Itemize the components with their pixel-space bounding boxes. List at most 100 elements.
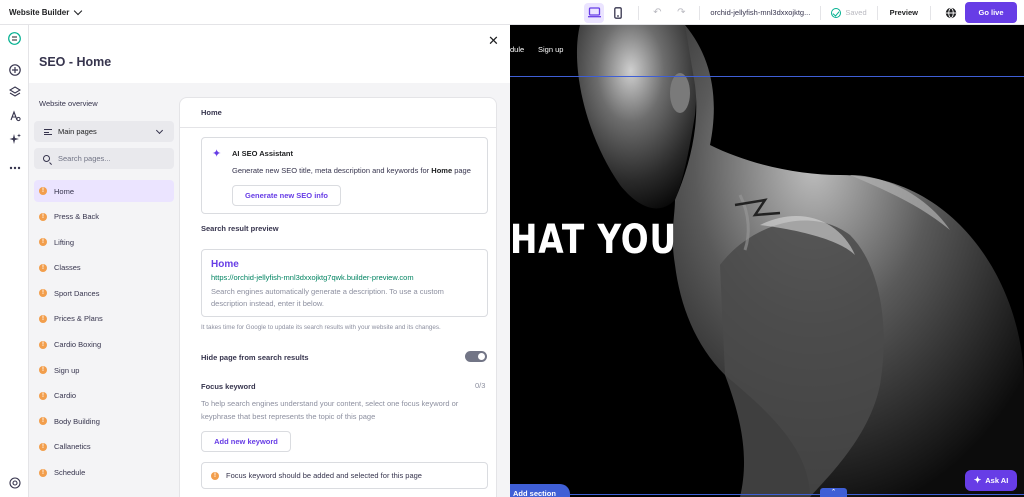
- redo-icon: ↷: [677, 7, 686, 18]
- serp-note: It takes time for Google to update its s…: [201, 324, 441, 331]
- website-overview-label: Website overview: [39, 99, 98, 108]
- close-icon: ✕: [488, 33, 499, 48]
- preview-button[interactable]: Preview: [890, 8, 918, 17]
- layers-icon[interactable]: [8, 85, 21, 98]
- warning-icon: !: [39, 468, 47, 477]
- ai-seo-assistant: ✦ AI SEO Assistant Generate new SEO titl…: [201, 137, 488, 214]
- nav-item-sign-up[interactable]: Sign up: [538, 45, 563, 54]
- seo-body: Website overview Main pages Search pages…: [29, 83, 510, 497]
- hero-heading[interactable]: HAT YOU: [510, 217, 677, 263]
- page-list-item[interactable]: ! Classes: [34, 257, 174, 279]
- section-boundary: [510, 494, 1024, 495]
- ai-desc-prefix: Generate new SEO title, meta description…: [232, 166, 430, 175]
- add-keyword-button[interactable]: Add new keyword: [201, 431, 291, 452]
- add-section-button[interactable]: Add section: [510, 484, 570, 497]
- serp-description: Search engines automatically generate a …: [211, 287, 444, 308]
- warning-icon: !: [39, 442, 47, 451]
- keyword-warning-text: Focus keyword should be added and select…: [226, 471, 422, 480]
- warning-icon: !: [39, 263, 47, 272]
- card-header: Home: [180, 98, 496, 128]
- page-list-item-label: Cardio: [54, 391, 77, 401]
- divider: [638, 5, 640, 20]
- site-domain[interactable]: orchid-jellyfish-mnl3dxxojktg...: [710, 8, 810, 17]
- warning-icon: !: [39, 366, 47, 375]
- divider: [876, 5, 878, 20]
- page-list-item[interactable]: ! Callanetics: [34, 436, 174, 458]
- site-preview[interactable]: dule Sign up HAT YOU ✦ Ask AI Add sectio…: [510, 25, 1024, 497]
- ai-tools-icon[interactable]: [8, 132, 21, 145]
- page-list-item[interactable]: ! Press & Back: [34, 206, 174, 228]
- undo-icon: ↶: [653, 7, 662, 18]
- ai-sparkle-icon: ✦: [212, 148, 222, 160]
- top-bar-actions: ↶ ↷ orchid-jellyfish-mnl3dxxojktg... Sav…: [584, 0, 1017, 25]
- page-list-item-label: Prices & Plans: [54, 314, 103, 324]
- divider: [930, 5, 931, 20]
- globe-icon[interactable]: [945, 6, 957, 19]
- ai-assistant-title: AI SEO Assistant: [232, 149, 293, 158]
- keyword-warning: ! Focus keyword should be added and sele…: [201, 462, 488, 489]
- save-status: Saved: [831, 7, 867, 18]
- brand-label: Website Builder: [9, 7, 70, 17]
- page-list-item-label: Schedule: [54, 468, 86, 478]
- ask-ai-button[interactable]: ✦ Ask AI: [965, 470, 1017, 491]
- left-rail: [0, 25, 29, 497]
- chevron-down-icon: [155, 126, 164, 135]
- add-icon[interactable]: [8, 63, 21, 76]
- close-button[interactable]: ✕: [488, 33, 499, 49]
- page-list-item[interactable]: ! Cardio: [34, 385, 174, 407]
- go-live-button[interactable]: Go live: [965, 2, 1017, 23]
- mobile-icon: [614, 6, 623, 19]
- style-icon[interactable]: [8, 109, 21, 122]
- top-bar: Website Builder ↶ ↷ orchid-jellyfish-mnl…: [0, 0, 1024, 25]
- saved-label: Saved: [845, 8, 867, 17]
- page-list-item[interactable]: ! Prices & Plans: [34, 308, 174, 330]
- check-circle-icon: [831, 7, 842, 18]
- seo-settings-card: Home ✦ AI SEO Assistant Generate new SEO…: [179, 97, 497, 497]
- serp-url: https://orchid-jellyfish-mnl3dxxojktg7qw…: [211, 273, 414, 282]
- divider: [820, 5, 822, 20]
- search-pages-input[interactable]: Search pages...: [34, 148, 174, 169]
- page-list-item-label: Home: [54, 186, 75, 196]
- page-list-item[interactable]: ! Schedule: [34, 462, 174, 484]
- support-icon[interactable]: [8, 476, 21, 489]
- page-list-item-label: Sign up: [54, 365, 80, 375]
- page-list-item-label: Body Building: [54, 416, 100, 426]
- page-list-item[interactable]: ! Body Building: [34, 410, 174, 432]
- desktop-view-button[interactable]: [584, 2, 605, 23]
- more-icon[interactable]: [8, 161, 21, 174]
- undo-button[interactable]: ↶: [650, 6, 664, 20]
- page-list-item[interactable]: ! Sport Dances: [34, 282, 174, 304]
- page-list-item-label: Cardio Boxing: [54, 340, 102, 350]
- chevron-down-icon: [74, 6, 83, 15]
- logo-icon[interactable]: [8, 32, 21, 45]
- warning-icon: !: [39, 238, 47, 247]
- page-list-item[interactable]: ! Lifting: [34, 231, 174, 253]
- ai-desc-page: Home: [431, 166, 453, 175]
- page-list-item[interactable]: ! Home: [34, 180, 174, 202]
- keyword-counter: 0/3: [475, 381, 486, 390]
- page-list-item[interactable]: ! Sign up: [34, 359, 174, 381]
- hide-page-toggle[interactable]: [465, 351, 487, 362]
- warning-icon: !: [39, 340, 47, 349]
- page-list-item[interactable]: ! Cardio Boxing: [34, 334, 174, 356]
- warning-icon: !: [39, 289, 47, 298]
- search-placeholder: Search pages...: [58, 154, 111, 163]
- chevron-up-icon: ⌃: [830, 489, 837, 496]
- pages-dropdown[interactable]: Main pages: [34, 121, 174, 142]
- ai-desc-suffix: page: [454, 166, 471, 175]
- redo-button[interactable]: ↷: [674, 6, 688, 20]
- ask-ai-label: Ask AI: [985, 476, 1009, 485]
- page-list-item-label: Classes: [54, 263, 81, 273]
- search-icon: [43, 155, 50, 162]
- focus-keyword-description: To help search engines understand your c…: [201, 399, 459, 421]
- nav-item-schedule[interactable]: dule: [510, 45, 524, 54]
- section-resize-handle[interactable]: ⌃: [820, 488, 847, 497]
- page-list: ! Home! Press & Back! Lifting! Classes! Sport…: [34, 180, 174, 487]
- divider: [699, 5, 701, 20]
- website-builder-menu[interactable]: Website Builder: [0, 6, 83, 17]
- warning-icon: !: [39, 417, 47, 426]
- mobile-view-button[interactable]: [608, 3, 628, 23]
- generate-seo-button[interactable]: Generate new SEO info: [232, 185, 341, 206]
- pages-dropdown-label: Main pages: [58, 127, 97, 136]
- hide-page-label: Hide page from search results: [201, 353, 309, 362]
